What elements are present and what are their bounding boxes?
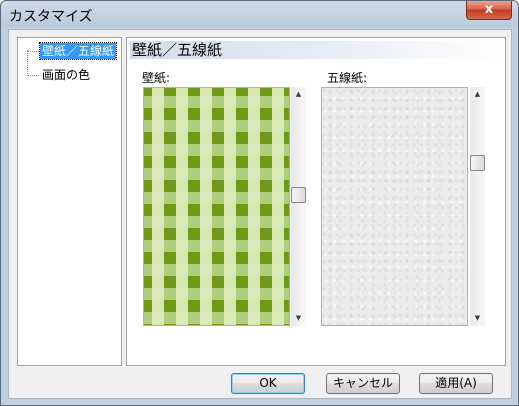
wallpaper-preview[interactable] <box>143 87 290 326</box>
settings-panel: 壁紙／五線紙 壁紙: ▲ ▼ 五線紙: ▲ ▼ <box>126 37 506 366</box>
wallpaper-scroll-thumb[interactable] <box>291 187 306 203</box>
staff-paper-preview[interactable] <box>321 87 468 326</box>
title-bar[interactable]: カスタマイズ x <box>1 1 518 27</box>
window-title: カスタマイズ <box>9 9 93 25</box>
tree-item-screen-color[interactable]: 画面の色 <box>40 67 92 83</box>
staff-paper-scroll-thumb[interactable] <box>470 155 485 171</box>
panel-header: 壁紙／五線紙 <box>130 41 502 59</box>
wallpaper-scrollbar[interactable]: ▲ ▼ <box>291 87 306 326</box>
close-icon: x <box>484 2 494 17</box>
tree-item-wallpaper-staff[interactable]: 壁紙／五線紙 <box>38 42 118 60</box>
dialog-client-area: 壁紙／五線紙 画面の色 壁紙／五線紙 壁紙: ▲ ▼ 五線紙: ▲ ▼ OK キ… <box>8 29 512 399</box>
apply-button[interactable]: 適用(A) <box>419 373 493 394</box>
ok-button[interactable]: OK <box>231 373 305 394</box>
customize-dialog: カスタマイズ x 壁紙／五線紙 画面の色 壁紙／五線紙 壁紙: ▲ ▼ 五線紙: <box>0 0 519 406</box>
cancel-button[interactable]: キャンセル <box>326 373 400 394</box>
staff-paper-scrollbar[interactable]: ▲ ▼ <box>470 87 485 326</box>
tree-connector-branch <box>28 51 39 52</box>
close-button[interactable]: x <box>466 1 512 20</box>
scroll-down-arrow-icon[interactable]: ▼ <box>291 311 306 326</box>
scroll-up-arrow-icon[interactable]: ▲ <box>470 87 485 102</box>
scroll-down-arrow-icon[interactable]: ▼ <box>470 311 485 326</box>
category-tree[interactable]: 壁紙／五線紙 画面の色 <box>17 37 122 366</box>
tree-connector-branch <box>28 75 39 76</box>
wallpaper-label: 壁紙: <box>142 71 171 85</box>
staff-paper-label: 五線紙: <box>327 71 368 85</box>
tree-connector-line <box>27 50 28 76</box>
scroll-up-arrow-icon[interactable]: ▲ <box>291 87 306 102</box>
